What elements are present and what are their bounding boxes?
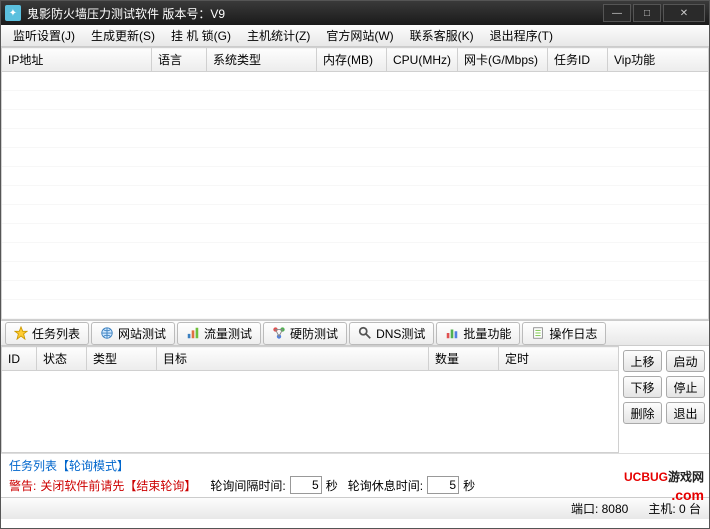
chart-icon — [186, 326, 200, 340]
exit-button[interactable]: 退出 — [666, 402, 705, 424]
col-target[interactable]: 目标 — [157, 347, 429, 371]
col-taskid[interactable]: 任务ID — [548, 48, 608, 72]
col-count[interactable]: 数量 — [429, 347, 499, 371]
title-bar: ✦ 鬼影防火墙压力测试软件 版本号：V9 — □ ✕ — [1, 1, 709, 25]
menu-generate[interactable]: 生成更新(S) — [83, 25, 163, 46]
col-type[interactable]: 类型 — [87, 347, 157, 371]
tab-dnstest[interactable]: DNS测试 — [349, 322, 434, 345]
col-cpu[interactable]: CPU(MHz) — [387, 48, 458, 72]
col-nic[interactable]: 网卡(G/Mbps) — [458, 48, 548, 72]
maximize-button[interactable]: □ — [633, 4, 661, 22]
task-grid-header: ID 状态 类型 目标 数量 定时 — [1, 346, 619, 371]
main-grid-body[interactable] — [1, 72, 709, 320]
status-hosts: 主机: 0 台 — [648, 500, 701, 517]
interval-unit: 秒 — [326, 477, 338, 494]
bottom-panel: ID 状态 类型 目标 数量 定时 上移 启动 下移 停止 删除 退出 — [1, 346, 709, 453]
col-status[interactable]: 状态 — [37, 347, 87, 371]
col-timer[interactable]: 定时 — [499, 347, 619, 371]
tab-label: 批量功能 — [463, 325, 511, 342]
col-ip[interactable]: IP地址 — [2, 48, 152, 72]
menu-exit[interactable]: 退出程序(T) — [482, 25, 561, 46]
interval-input[interactable] — [290, 476, 322, 494]
menu-hoststat[interactable]: 主机统计(Z) — [239, 25, 318, 46]
menu-bar: 监听设置(J) 生成更新(S) 挂 机 锁(G) 主机统计(Z) 官方网站(W)… — [1, 25, 709, 47]
tab-label: 网站测试 — [118, 325, 166, 342]
poll-info: 任务列表【轮询模式】 警告: 关闭软件前请先【结束轮询】 轮询间隔时间: 秒 轮… — [1, 453, 709, 497]
nodes-icon — [272, 326, 286, 340]
status-bar: 端口: 8080 主机: 0 台 — [1, 497, 709, 519]
log-icon — [531, 326, 545, 340]
globe-icon — [100, 326, 114, 340]
task-grid: ID 状态 类型 目标 数量 定时 — [1, 346, 619, 453]
rest-unit: 秒 — [463, 477, 475, 494]
delete-button[interactable]: 删除 — [623, 402, 662, 424]
tab-batch[interactable]: 批量功能 — [436, 322, 520, 345]
star-icon — [14, 326, 28, 340]
search-icon — [358, 326, 372, 340]
col-mem[interactable]: 内存(MB) — [317, 48, 387, 72]
tab-label: 任务列表 — [32, 325, 80, 342]
warn-text: 关闭软件前请先【结束轮询】 — [40, 477, 196, 494]
menu-lock[interactable]: 挂 机 锁(G) — [163, 25, 239, 46]
tab-label: 操作日志 — [549, 325, 597, 342]
warn-label: 警告: — [9, 477, 36, 494]
status-port: 端口: 8080 — [571, 500, 628, 517]
stop-button[interactable]: 停止 — [666, 376, 705, 398]
start-button[interactable]: 启动 — [666, 350, 705, 372]
col-os[interactable]: 系统类型 — [207, 48, 317, 72]
main-grid: IP地址 语言 系统类型 内存(MB) CPU(MHz) 网卡(G/Mbps) … — [1, 47, 709, 320]
tab-traffic[interactable]: 流量测试 — [177, 322, 261, 345]
task-grid-body[interactable] — [1, 371, 619, 453]
interval-label: 轮询间隔时间: — [210, 477, 285, 494]
tab-label: DNS测试 — [376, 325, 425, 342]
main-grid-header: IP地址 语言 系统类型 内存(MB) CPU(MHz) 网卡(G/Mbps) … — [1, 47, 709, 72]
rest-input[interactable] — [427, 476, 459, 494]
col-vip[interactable]: Vip功能 — [608, 48, 709, 72]
close-button[interactable]: ✕ — [663, 4, 705, 22]
move-up-button[interactable]: 上移 — [623, 350, 662, 372]
col-id[interactable]: ID — [2, 347, 37, 371]
tab-webtest[interactable]: 网站测试 — [91, 322, 175, 345]
tab-hardtest[interactable]: 硬防测试 — [263, 322, 347, 345]
tab-bar: 任务列表 网站测试 流量测试 硬防测试 DNS测试 批量功能 操作日志 — [1, 320, 709, 346]
side-buttons: 上移 启动 下移 停止 删除 退出 — [619, 346, 709, 453]
menu-support[interactable]: 联系客服(K) — [402, 25, 482, 46]
tab-label: 硬防测试 — [290, 325, 338, 342]
tab-tasklist[interactable]: 任务列表 — [5, 322, 89, 345]
window-title: 鬼影防火墙压力测试软件 版本号：V9 — [27, 5, 601, 22]
move-down-button[interactable]: 下移 — [623, 376, 662, 398]
tab-log[interactable]: 操作日志 — [522, 322, 606, 345]
minimize-button[interactable]: — — [603, 4, 631, 22]
rest-label: 轮询休息时间: — [348, 477, 423, 494]
bars-icon — [445, 326, 459, 340]
app-icon: ✦ — [5, 5, 21, 21]
col-lang[interactable]: 语言 — [152, 48, 207, 72]
menu-website[interactable]: 官方网站(W) — [318, 25, 401, 46]
menu-listen[interactable]: 监听设置(J) — [5, 25, 83, 46]
tab-label: 流量测试 — [204, 325, 252, 342]
poll-mode-label: 任务列表【轮询模式】 — [9, 457, 701, 474]
